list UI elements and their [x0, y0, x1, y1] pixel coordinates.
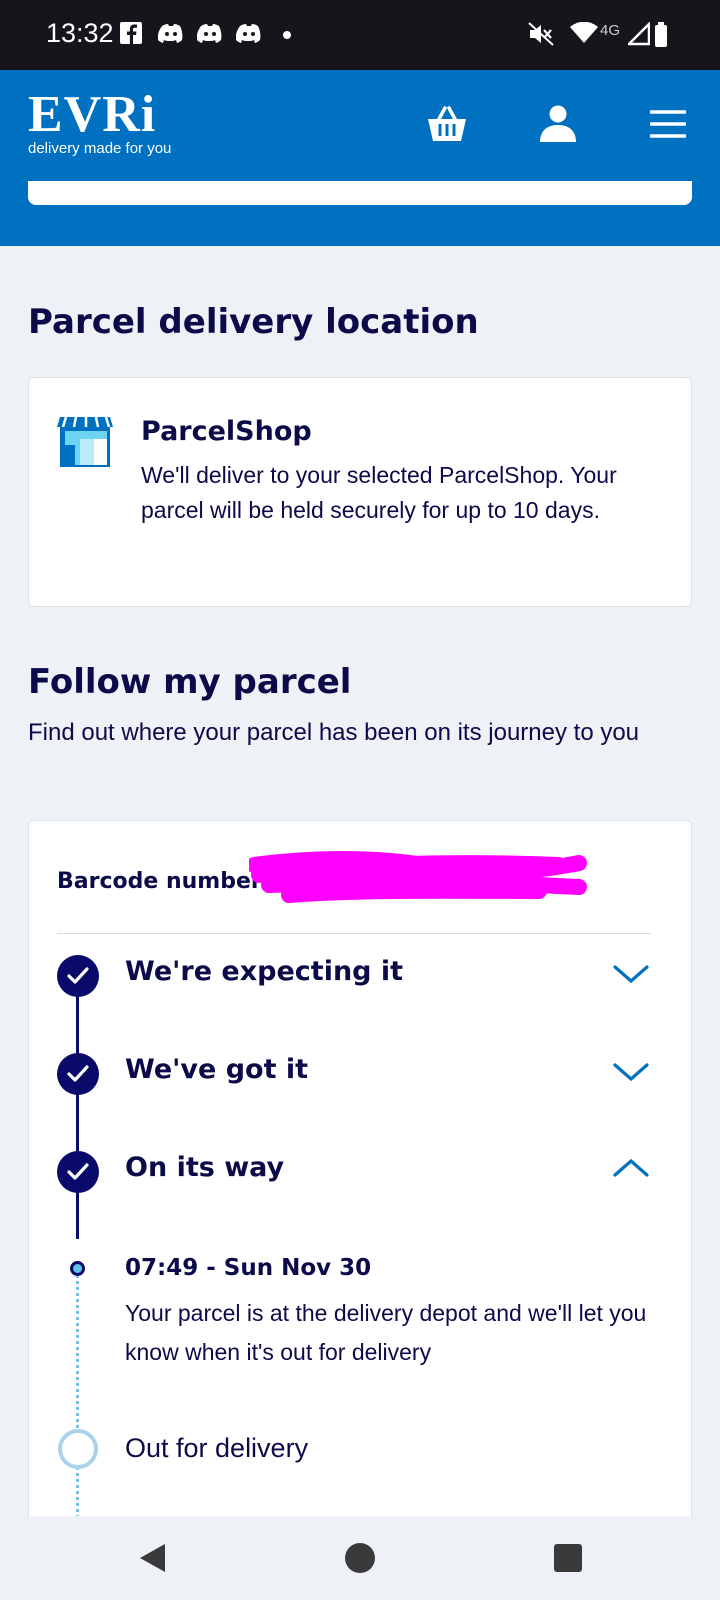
discord-icon	[197, 24, 222, 43]
event-dot	[70, 1261, 85, 1276]
pending-step-label: Out for delivery	[125, 1433, 309, 1463]
header-band	[0, 181, 720, 246]
status-bar: 13:32 4G	[0, 0, 720, 70]
chevron-down-icon[interactable]	[611, 1053, 651, 1093]
account-button[interactable]	[530, 96, 586, 152]
parcelshop-card: ParcelShop We'll deliver to your selecte…	[28, 377, 692, 607]
dot-icon	[283, 31, 291, 39]
home-icon	[345, 1543, 375, 1573]
pending-step-circle	[58, 1429, 98, 1469]
evri-logo[interactable]: EVRi delivery made for you	[28, 86, 172, 158]
signal-icon	[628, 22, 650, 46]
home-button[interactable]	[342, 1540, 378, 1576]
shop-icon	[57, 416, 113, 467]
timeline-line-pending	[76, 1268, 79, 1518]
basket-icon	[428, 106, 466, 141]
delivery-location-title: Parcel delivery location	[28, 302, 479, 342]
back-icon	[140, 1544, 165, 1572]
follow-title: Follow my parcel	[28, 662, 352, 702]
check-icon	[57, 1053, 99, 1095]
discord-icon	[158, 24, 183, 43]
menu-button[interactable]	[640, 96, 696, 152]
step-label: We've got it	[125, 1054, 309, 1085]
search-card-bottom	[28, 181, 692, 205]
redaction-scribble	[249, 851, 587, 903]
logo-tagline: delivery made for you	[28, 140, 172, 157]
discord-icon	[236, 24, 261, 43]
event-time: 07:49 - Sun Nov 30	[125, 1255, 372, 1281]
system-nav-bar	[0, 1516, 720, 1600]
facebook-icon	[120, 22, 142, 44]
battery-icon	[655, 22, 667, 47]
timeline-line-complete	[76, 969, 79, 1239]
barcode-label: Barcode number:	[57, 869, 271, 894]
basket-button[interactable]	[419, 96, 475, 152]
barcode-divider	[57, 933, 651, 934]
recents-button[interactable]	[550, 1540, 586, 1576]
recents-icon	[554, 1544, 582, 1572]
check-icon	[57, 955, 99, 997]
step-label: On its way	[125, 1152, 285, 1183]
network-label: 4G	[600, 22, 621, 39]
parcelshop-title: ParcelShop	[141, 416, 312, 447]
menu-icon	[650, 110, 686, 138]
step-label: We're expecting it	[125, 956, 404, 987]
back-button[interactable]	[134, 1540, 170, 1576]
event-text: Your parcel is at the delivery depot and…	[125, 1300, 647, 1365]
status-time: 13:32	[46, 18, 114, 48]
wifi-icon	[570, 22, 598, 43]
check-icon	[57, 1151, 99, 1193]
mute-icon	[528, 22, 554, 46]
chevron-up-icon[interactable]	[611, 1147, 651, 1187]
tracking-card: Barcode number: 10 We're expecting it We…	[28, 820, 692, 1520]
follow-subtitle: Find out where your parcel has been on i…	[28, 719, 640, 746]
chevron-down-icon[interactable]	[611, 955, 651, 995]
parcelshop-description: We'll deliver to your selected ParcelSho…	[141, 462, 617, 523]
site-header: EVRi delivery made for you	[0, 70, 720, 181]
account-icon	[540, 105, 576, 142]
logo-wordmark: EVRi	[28, 86, 157, 143]
